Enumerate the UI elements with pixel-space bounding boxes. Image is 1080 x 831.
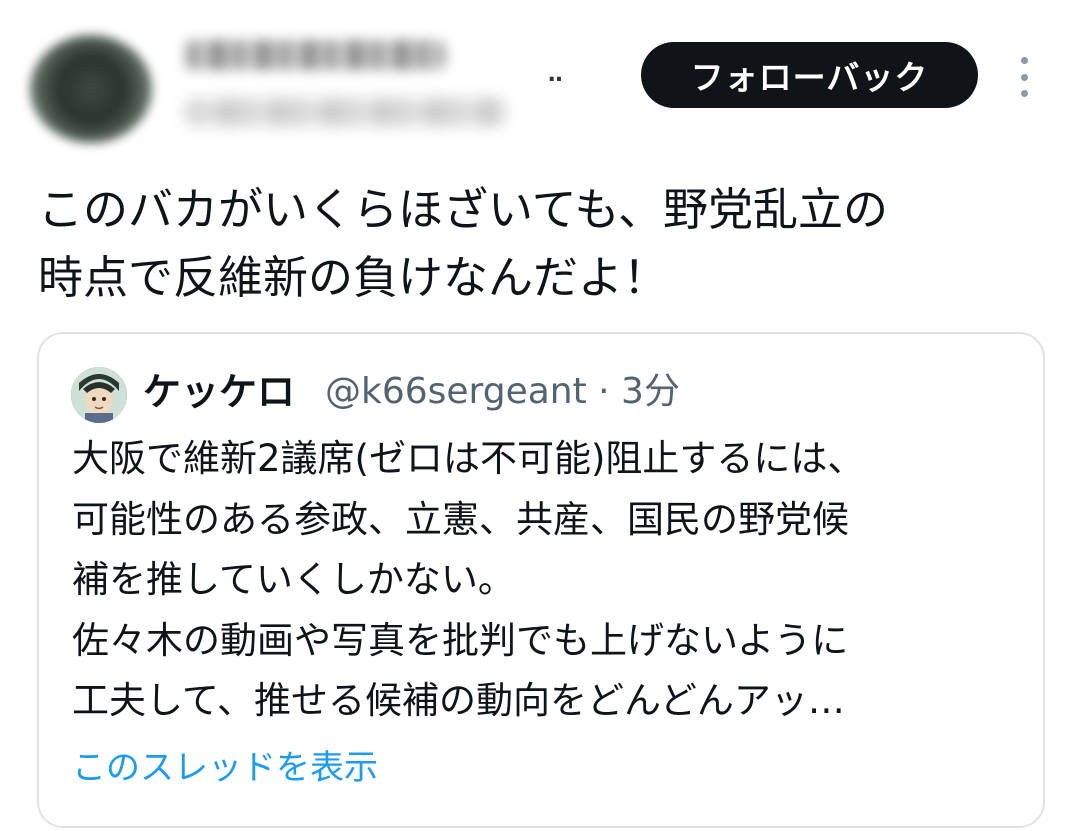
follow-back-button[interactable]: フォローバック [641, 42, 978, 108]
more-vertical-icon[interactable] [1012, 57, 1036, 97]
anime-face-icon [71, 367, 127, 423]
ellipsis-text: ‥ [548, 62, 564, 87]
tweet-text: このバカがいくらほざいても、野党乱立の 時点で反維新の負けなんだよ！ [38, 183, 889, 304]
blurred-username [185, 98, 505, 126]
quote-author-name[interactable]: ケッケロ [143, 364, 295, 420]
quote-body-text: 大阪で維新2議席(ゼロは不可能)阻止するには、 可能性のある参政、立憲、共産、国… [72, 437, 865, 722]
quoted-tweet-card[interactable]: ケッケロ @k66sergeant · 3分 大阪で維新2議席(ゼロは不可能)阻… [37, 332, 1045, 828]
avatar[interactable] [30, 35, 152, 143]
show-thread-link[interactable]: このスレッドを表示 [72, 742, 378, 794]
tweet-view: ‥ フォローバック このバカがいくらほざいても、野党乱立の 時点で反維新の負けな… [0, 0, 1080, 831]
quote-author-meta: @k66sergeant · 3分 [325, 371, 680, 412]
kebab-dot [1020, 57, 1028, 64]
quote-avatar [71, 367, 127, 423]
kebab-dot [1020, 90, 1028, 97]
kebab-dot [1020, 73, 1028, 81]
blurred-display-name [185, 40, 445, 70]
